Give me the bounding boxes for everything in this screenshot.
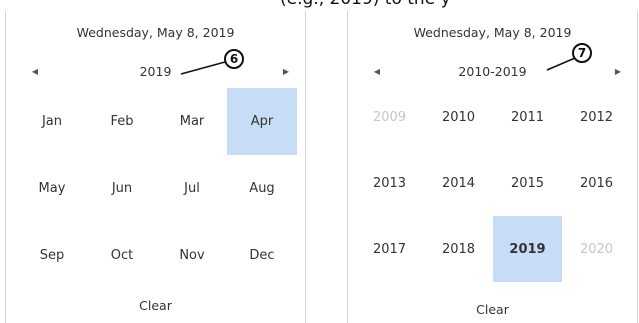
year-cell[interactable]: 2012 xyxy=(562,84,631,150)
year-cell[interactable]: 2015 xyxy=(493,150,562,216)
year-cell[interactable]: 2014 xyxy=(424,150,493,216)
date-header[interactable]: Wednesday, May 8, 2019 xyxy=(6,25,305,40)
calendar-decade-view: Wednesday, May 8, 2019 ◀ 2010-2019 ▶ 200… xyxy=(347,11,638,323)
year-cell[interactable]: 2010 xyxy=(424,84,493,150)
cropped-caption-text: (e.g., 2019) to the y xyxy=(0,0,639,11)
month-cell[interactable]: Sep xyxy=(17,222,87,289)
year-cell[interactable]: 2009 xyxy=(355,84,424,150)
month-cell[interactable]: Aug xyxy=(227,155,297,222)
year-title[interactable]: 2019 xyxy=(6,63,305,81)
month-cell[interactable]: Nov xyxy=(157,222,227,289)
year-cell[interactable]: 2016 xyxy=(562,150,631,216)
month-cell[interactable]: Apr xyxy=(227,88,297,155)
month-cell[interactable]: Jun xyxy=(87,155,157,222)
month-cell[interactable]: Oct xyxy=(87,222,157,289)
chevron-right-icon[interactable]: ▶ xyxy=(279,63,293,81)
year-cell[interactable]: 2020 xyxy=(562,216,631,282)
chevron-right-icon[interactable]: ▶ xyxy=(611,63,625,81)
year-grid: 2009 2010 2011 2012 2013 2014 2015 2016 2017 2018… xyxy=(355,84,631,282)
calendar-month-view: Wednesday, May 8, 2019 ◀ 2019 ▶ Jan Feb Ma… xyxy=(5,11,306,323)
year-cell[interactable]: 2017 xyxy=(355,216,424,282)
month-cell[interactable]: Jul xyxy=(157,155,227,222)
year-cell[interactable]: 2013 xyxy=(355,150,424,216)
year-cell[interactable]: 2011 xyxy=(493,84,562,150)
year-cell[interactable]: 2019 xyxy=(493,216,562,282)
month-grid: Jan Feb Mar Apr May Jun Jul Aug Sep Oct Nov Dec xyxy=(17,88,297,290)
callout-number-7: 7 xyxy=(572,43,592,63)
decade-title[interactable]: 2010-2019 xyxy=(348,63,637,81)
date-header[interactable]: Wednesday, May 8, 2019 xyxy=(348,25,637,40)
month-cell[interactable]: Jan xyxy=(17,88,87,155)
nav-row: ◀ 2019 ▶ xyxy=(6,63,305,81)
month-cell[interactable]: Mar xyxy=(157,88,227,155)
year-cell[interactable]: 2018 xyxy=(424,216,493,282)
nav-row: ◀ 2010-2019 ▶ xyxy=(348,63,637,81)
month-cell[interactable]: Dec xyxy=(227,222,297,289)
caption-text: (e.g., 2019) to the y xyxy=(280,0,451,8)
month-cell[interactable]: Feb xyxy=(87,88,157,155)
clear-button[interactable]: Clear xyxy=(348,302,637,317)
clear-button[interactable]: Clear xyxy=(6,298,305,313)
callout-number-6: 6 xyxy=(224,49,244,69)
month-cell[interactable]: May xyxy=(17,155,87,222)
